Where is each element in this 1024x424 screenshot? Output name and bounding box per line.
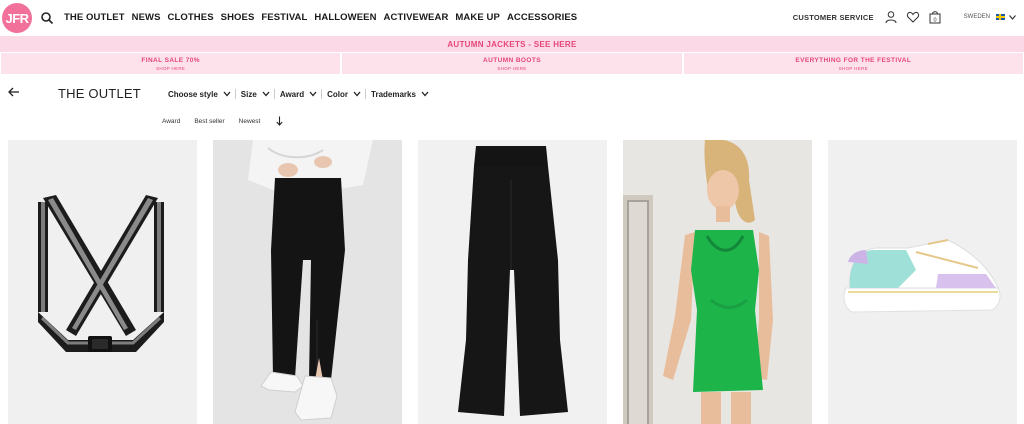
nav-item-festival[interactable]: FESTIVAL bbox=[261, 12, 307, 23]
filter-label: Trademarks bbox=[371, 89, 416, 99]
product-image bbox=[418, 140, 607, 424]
nav-item-accessories[interactable]: ACCESSORIES bbox=[507, 12, 577, 23]
promo-final-sale[interactable]: FINAL SALE 70% SHOP HERE bbox=[1, 53, 341, 74]
product-grid bbox=[0, 140, 1024, 424]
sort-best-seller[interactable]: Best seller bbox=[194, 118, 224, 125]
chevron-down-icon bbox=[223, 91, 231, 97]
product-image bbox=[8, 140, 197, 424]
filter-label: Award bbox=[279, 89, 305, 99]
filter-bar: Choose style Size Award Color Trademarks bbox=[168, 89, 438, 99]
sort-award[interactable]: Award bbox=[162, 118, 180, 125]
nav-item-clothes[interactable]: CLOTHES bbox=[168, 12, 214, 23]
promo-sub: SHOP HERE bbox=[497, 65, 527, 71]
nav-item-makeup[interactable]: MAKE UP bbox=[455, 12, 500, 23]
promo-row: FINAL SALE 70% SHOP HERE AUTUMN BOOTS SH… bbox=[0, 53, 1024, 74]
sweden-flag-icon[interactable] bbox=[996, 14, 1005, 20]
sort-newest[interactable]: Newest bbox=[239, 118, 261, 125]
chevron-down-icon[interactable] bbox=[1009, 14, 1016, 20]
promo-title: EVERYTHING FOR THE FESTIVAL bbox=[795, 56, 912, 64]
promo-title: FINAL SALE 70% bbox=[141, 56, 200, 64]
nav-item-outlet[interactable]: THE OUTLET bbox=[64, 12, 125, 23]
promo-festival[interactable]: EVERYTHING FOR THE FESTIVAL SHOP HERE bbox=[683, 53, 1023, 74]
back-arrow-icon[interactable] bbox=[8, 87, 20, 97]
filter-trademarks[interactable]: Trademarks bbox=[371, 89, 433, 99]
filter-size[interactable]: Size bbox=[241, 89, 275, 99]
logo[interactable]: JFR bbox=[2, 3, 32, 33]
filter-label: Color bbox=[327, 89, 349, 99]
chevron-down-icon bbox=[353, 91, 361, 97]
product-card-flared-trousers[interactable] bbox=[418, 140, 607, 424]
nav-item-shoes[interactable]: SHOES bbox=[221, 12, 255, 23]
main-nav: THE OUTLET NEWS CLOTHES SHOES FESTIVAL H… bbox=[64, 12, 584, 23]
product-image bbox=[828, 140, 1017, 424]
chevron-down-icon bbox=[309, 91, 317, 97]
filter-style[interactable]: Choose style bbox=[168, 89, 236, 99]
promo-title: AUTUMN BOOTS bbox=[483, 56, 541, 64]
cart-count: 0 bbox=[933, 18, 936, 24]
nav-item-news[interactable]: NEWS bbox=[132, 12, 161, 23]
chevron-down-icon bbox=[421, 91, 429, 97]
filter-label: Size bbox=[240, 89, 257, 99]
chevron-down-icon bbox=[262, 91, 270, 97]
sort-bar: Award Best seller Newest bbox=[162, 116, 283, 126]
product-card-green-dress[interactable] bbox=[623, 140, 812, 424]
product-card-harness[interactable] bbox=[8, 140, 197, 424]
header-tools: CUSTOMER SERVICE 0 SWEDEN bbox=[793, 8, 1016, 26]
region-label[interactable]: SWEDEN bbox=[964, 14, 990, 20]
promo-sub: SHOP HERE bbox=[838, 65, 868, 71]
promo-banner[interactable]: AUTUMN JACKETS - SEE HERE bbox=[0, 36, 1024, 52]
cart-icon[interactable]: 0 bbox=[928, 10, 942, 24]
search-icon[interactable] bbox=[40, 11, 54, 25]
nav-item-halloween[interactable]: HALLOWEEN bbox=[314, 12, 376, 23]
product-card-split-trousers[interactable] bbox=[213, 140, 402, 424]
product-image bbox=[623, 140, 812, 424]
customer-service-link[interactable]: CUSTOMER SERVICE bbox=[793, 13, 874, 22]
promo-autumn-boots[interactable]: AUTUMN BOOTS SHOP HERE bbox=[342, 53, 682, 74]
filter-label: Choose style bbox=[168, 89, 218, 99]
heart-icon[interactable] bbox=[906, 10, 920, 24]
sort-direction-icon[interactable] bbox=[276, 116, 283, 126]
filter-award[interactable]: Award bbox=[279, 89, 323, 99]
promo-sub: SHOP HERE bbox=[156, 65, 186, 71]
site-header: JFR THE OUTLET NEWS CLOTHES SHOES FESTIV… bbox=[0, 0, 1024, 36]
nav-item-activewear[interactable]: ACTIVEWEAR bbox=[384, 12, 449, 23]
filter-color[interactable]: Color bbox=[327, 89, 367, 99]
product-image bbox=[213, 140, 402, 424]
page-title: THE OUTLET bbox=[58, 86, 141, 101]
account-icon[interactable] bbox=[884, 10, 898, 24]
product-card-sneaker[interactable] bbox=[828, 140, 1017, 424]
